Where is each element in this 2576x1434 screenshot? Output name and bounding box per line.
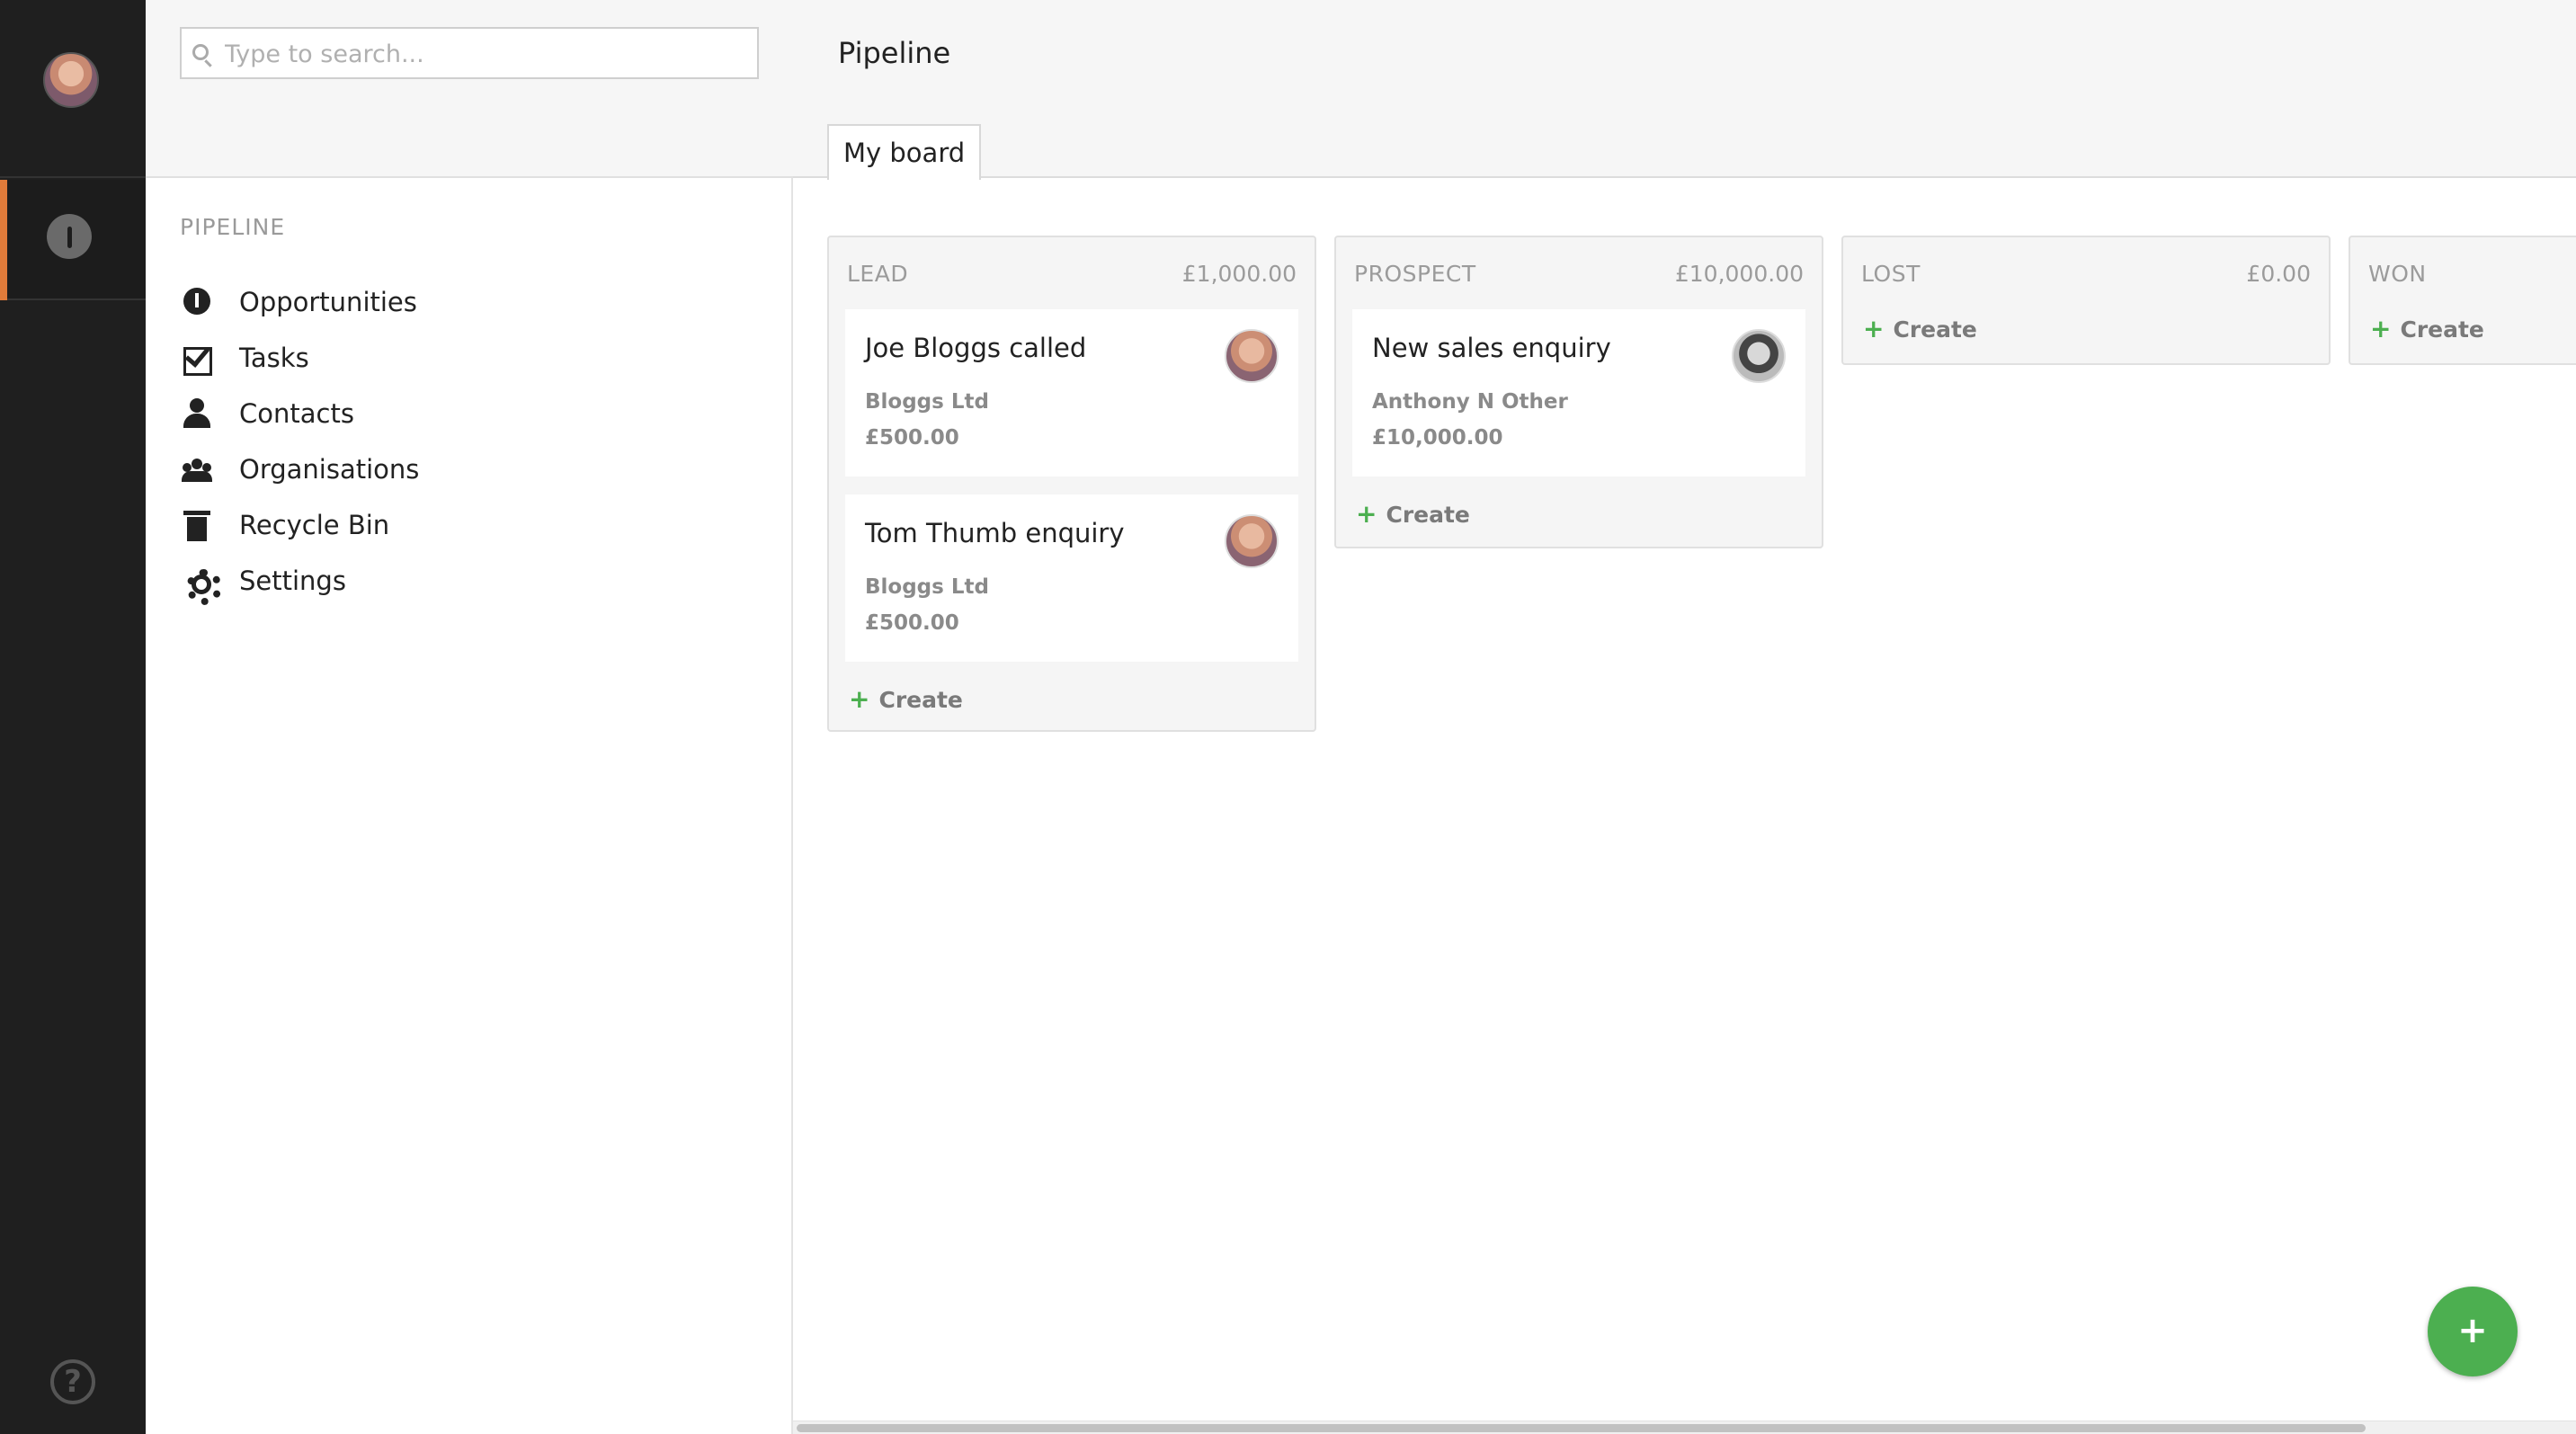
column-header: LOST £0.00 (1843, 237, 2329, 309)
help-icon[interactable]: ? (50, 1359, 95, 1404)
nav-header (146, 0, 793, 178)
create-button[interactable]: + Create (1356, 494, 1822, 534)
nav-item-tasks[interactable]: Tasks (180, 330, 419, 386)
plus-icon: + (2370, 314, 2392, 343)
active-indicator (0, 180, 7, 300)
nav-list: Opportunities Tasks Contacts Organisatio… (180, 274, 419, 609)
owner-avatar (1225, 514, 1279, 568)
opportunity-card[interactable]: New sales enquiry Anthony N Other £10,00… (1352, 309, 1805, 477)
app-rail: ? (0, 0, 146, 1434)
contacts-icon (180, 396, 216, 432)
column-name: PROSPECT (1354, 261, 1476, 287)
nav-item-label: Recycle Bin (239, 510, 390, 540)
column-header: LEAD £1,000.00 (829, 237, 1315, 309)
nav-item-contacts[interactable]: Contacts (180, 386, 419, 441)
rail-item-pipeline[interactable] (0, 180, 146, 300)
column-won: WON + Create (2349, 236, 2576, 365)
nav-item-label: Tasks (239, 343, 309, 373)
nav-item-label: Opportunities (239, 287, 417, 317)
add-fab-button[interactable]: + (2428, 1287, 2518, 1376)
card-title: Joe Bloggs called (865, 333, 1087, 363)
tasks-icon (180, 340, 216, 376)
horizontal-scrollbar[interactable] (793, 1421, 2576, 1434)
organisations-icon (180, 451, 216, 487)
main-header: Pipeline My board (793, 0, 2576, 180)
plus-icon: + (1863, 314, 1885, 343)
search-input[interactable] (225, 34, 746, 74)
recycle-bin-icon (180, 507, 216, 543)
column-name: LOST (1861, 261, 1921, 287)
settings-icon (180, 563, 222, 605)
nav-panel: PIPELINE Opportunities Tasks Contacts Or… (146, 0, 793, 1434)
card-amount: £10,000.00 (1372, 426, 1503, 450)
nav-item-settings[interactable]: Settings (180, 553, 419, 609)
card-title: Tom Thumb enquiry (865, 518, 1125, 548)
nav-section-heading: PIPELINE (180, 214, 286, 240)
plus-icon: + (849, 684, 870, 714)
nav-item-opportunities[interactable]: Opportunities (180, 274, 419, 330)
search-icon (192, 44, 209, 60)
create-label: Create (1386, 501, 1470, 528)
opportunities-icon (180, 284, 216, 320)
card-organisation: Bloggs Ltd (865, 575, 989, 599)
create-label: Create (1893, 316, 1977, 343)
card-organisation: Anthony N Other (1372, 390, 1568, 414)
create-label: Create (2400, 316, 2484, 343)
nav-item-recycle-bin[interactable]: Recycle Bin (180, 497, 419, 553)
rail-user-area (0, 0, 146, 178)
column-header: WON (2350, 237, 2576, 309)
scrollbar-thumb[interactable] (797, 1424, 2366, 1432)
opportunity-card[interactable]: Tom Thumb enquiry Bloggs Ltd £500.00 (845, 494, 1298, 662)
search-box[interactable] (180, 27, 759, 79)
user-avatar[interactable] (43, 52, 99, 108)
create-button[interactable]: + Create (849, 680, 1315, 719)
card-title: New sales enquiry (1372, 333, 1611, 363)
column-total: £1,000.00 (1181, 261, 1297, 287)
column-total: £10,000.00 (1674, 261, 1804, 287)
nav-item-organisations[interactable]: Organisations (180, 441, 419, 497)
card-amount: £500.00 (865, 426, 959, 450)
create-button[interactable]: + Create (1863, 309, 2329, 349)
nav-item-label: Organisations (239, 454, 420, 485)
page-title: Pipeline (838, 36, 951, 70)
opportunity-card[interactable]: Joe Bloggs called Bloggs Ltd £500.00 (845, 309, 1298, 477)
owner-avatar (1732, 329, 1786, 383)
column-lead: LEAD £1,000.00 Joe Bloggs called Bloggs … (827, 236, 1316, 732)
column-name: LEAD (847, 261, 909, 287)
column-total: £0.00 (2246, 261, 2311, 287)
dashboard-icon (47, 214, 92, 259)
column-lost: LOST £0.00 + Create (1841, 236, 2331, 365)
owner-avatar (1225, 329, 1279, 383)
nav-item-label: Contacts (239, 398, 354, 429)
column-prospect: PROSPECT £10,000.00 New sales enquiry An… (1334, 236, 1823, 548)
card-organisation: Bloggs Ltd (865, 390, 989, 414)
create-label: Create (878, 686, 963, 713)
column-name: WON (2368, 261, 2427, 287)
column-header: PROSPECT £10,000.00 (1336, 237, 1822, 309)
tab-my-board[interactable]: My board (827, 124, 982, 180)
nav-item-label: Settings (239, 566, 346, 596)
plus-icon: + (1356, 499, 1377, 529)
create-button[interactable]: + Create (2370, 309, 2576, 349)
card-amount: £500.00 (865, 611, 959, 635)
main-area: Pipeline My board LEAD £1,000.00 Joe Blo… (793, 0, 2576, 1434)
